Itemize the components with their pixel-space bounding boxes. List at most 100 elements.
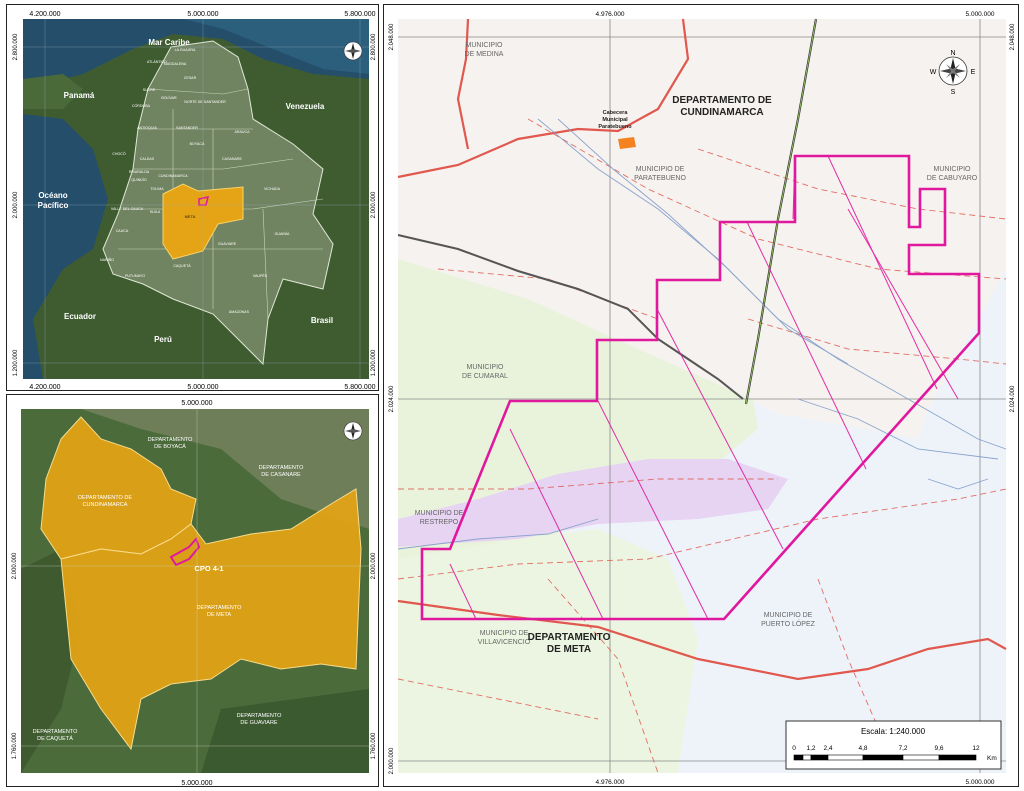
overview-top-tick: 5.000.000 <box>187 11 218 18</box>
label-cpo-block: CPO 4-1 <box>194 564 223 573</box>
compass-w: W <box>930 69 937 76</box>
dept-label: CAQUETÁ <box>173 264 191 268</box>
regional-left-tick: 1.760.000 <box>12 732 18 759</box>
label-meta: DE META <box>207 612 231 618</box>
label-oceano: Océano <box>38 191 67 200</box>
dept-label: NORTE DE SANTANDER <box>184 100 226 104</box>
label-meta: META <box>185 214 196 219</box>
label-brasil: Brasil <box>311 316 333 325</box>
detail-bottom-tick: 5.000.000 <box>966 779 995 786</box>
regional-map-panel: 5.000.000 5.000.000 2.000.000 1.760.000 … <box>6 394 379 787</box>
dept-label: BOLÍVAR <box>161 96 177 100</box>
label-boyaca: DE BOYACÁ <box>154 443 186 450</box>
dept-label: MAGDALENA <box>164 62 187 66</box>
detail-left-tick: 2.000.000 <box>389 747 395 774</box>
compass-rose-icon <box>343 421 363 441</box>
label-dept-cundinamarca: DEPARTAMENTO DE <box>672 95 772 106</box>
overview-map: 4.200.000 5.000.000 5.800.000 4.200.000 … <box>7 5 378 391</box>
dept-label: HUILA <box>150 210 161 214</box>
detail-left-tick: 2.048.000 <box>389 23 395 50</box>
dept-label: SANTANDER <box>176 126 198 130</box>
label-villavicencio: VILLAVICENCIO <box>478 639 531 646</box>
compass-rose-icon <box>343 41 363 61</box>
scale-tick: 0 <box>792 745 796 752</box>
label-cabecera: Municipal <box>602 117 628 123</box>
label-cumaral: DE CUMARAL <box>462 373 508 380</box>
regional-right-tick: 2.000.000 <box>371 552 377 579</box>
label-villavicencio: MUNICIPIO DE <box>480 630 529 637</box>
label-pacifico: Pacífico <box>38 201 69 210</box>
label-casanare: DE CASANARE <box>261 472 301 478</box>
label-puerto-lopez: MUNICIPIO DE <box>764 612 813 619</box>
label-medina: MUNICIPIO <box>466 42 504 49</box>
label-medina: DE MEDINA <box>465 51 504 58</box>
label-dept-cundinamarca: CUNDINAMARCA <box>680 107 763 118</box>
detail-map-panel: 4.976.000 5.000.000 4.976.000 5.000.000 … <box>383 4 1019 787</box>
compass-e: E <box>971 69 976 76</box>
dept-label: SUCRE <box>143 88 156 92</box>
dept-label: CALDAS <box>140 157 155 161</box>
regional-top-tick: 5.000.000 <box>181 400 212 407</box>
scale-tick: 1,2 <box>806 745 815 752</box>
label-casanare: DEPARTAMENTO <box>259 465 305 471</box>
detail-bottom-tick: 4.976.000 <box>596 779 625 786</box>
label-cumaral: MUNICIPIO <box>467 364 505 371</box>
label-cabuyaro: MUNICIPIO <box>934 166 972 173</box>
scale-tick: 4,8 <box>858 745 867 752</box>
label-venezuela: Venezuela <box>286 102 325 111</box>
detail-top-tick: 4.976.000 <box>596 11 625 18</box>
label-boyaca: DEPARTAMENTO <box>148 437 194 443</box>
label-paratebueno: MUNICIPIO DE <box>636 166 685 173</box>
dept-label: QUINDÍO <box>131 178 147 182</box>
label-panama: Panamá <box>64 91 95 100</box>
label-cabuyaro: DE CABUYARO <box>927 175 978 182</box>
overview-left-tick: 2.800.000 <box>13 33 19 60</box>
dept-label: VAUPÉS <box>253 273 268 278</box>
label-mar-caribe: Mar Caribe <box>148 38 190 47</box>
label-restrepo: RESTREPO <box>420 519 459 526</box>
dept-label: CUNDINAMARCA <box>158 174 188 178</box>
overview-bottom-tick: 5.000.000 <box>187 384 218 391</box>
label-restrepo: MUNICIPIO DE <box>415 510 464 517</box>
label-caqueta: DE CAQUETÁ <box>37 735 73 742</box>
dept-label: ANTIOQUIA <box>137 126 157 130</box>
dept-label: RISARALDA <box>129 170 150 174</box>
compass-s: S <box>951 89 956 96</box>
scale-tick: 9,6 <box>934 745 943 752</box>
dept-label: GUAINÍA <box>275 232 290 236</box>
label-ecuador: Ecuador <box>64 312 96 321</box>
dept-label: NARIÑO <box>100 257 114 262</box>
dept-label: CÓRDOBA <box>132 103 151 108</box>
dept-label: CESAR <box>184 76 197 80</box>
dept-label: CHOCÓ <box>112 151 126 156</box>
detail-right-tick: 2.024.000 <box>1010 385 1016 412</box>
regional-map: 5.000.000 5.000.000 2.000.000 1.760.000 … <box>7 395 378 787</box>
scale-unit: Km <box>987 755 997 762</box>
overview-bottom-tick: 4.200.000 <box>29 384 60 391</box>
overview-left-tick: 2.000.000 <box>13 191 19 218</box>
overview-right-tick: 2.000.000 <box>371 191 377 218</box>
label-dept-meta: DEPARTAMENTO <box>528 632 611 643</box>
label-cabecera: Cabecera <box>603 110 629 116</box>
scale-tick: 7,2 <box>898 745 907 752</box>
overview-left-tick: 1.200.000 <box>13 349 19 376</box>
scale-tick: 12 <box>972 745 980 752</box>
label-paratebueno: PARATEBUENO <box>634 175 686 182</box>
dept-label: VICHADA <box>264 187 281 191</box>
label-cundinamarca: CUNDINAMARCA <box>83 502 128 508</box>
dept-label: TOLIMA <box>150 187 164 191</box>
regional-right-tick: 1.760.000 <box>371 732 377 759</box>
dept-label: BOYACÁ <box>190 142 205 146</box>
overview-top-tick: 5.800.000 <box>344 11 375 18</box>
detail-top-tick: 5.000.000 <box>966 11 995 18</box>
regional-bottom-tick: 5.000.000 <box>181 780 212 787</box>
label-cabecera: Paratebueno <box>598 124 632 130</box>
label-peru: Perú <box>154 335 172 344</box>
label-guaviare: DE GUAVIARE <box>240 720 278 726</box>
town-marker <box>618 137 636 149</box>
dept-label: VALLE DEL CAUCA <box>111 207 144 211</box>
dept-label: CAUCA <box>116 229 129 233</box>
label-cundinamarca: DEPARTAMENTO DE <box>78 495 132 501</box>
label-guaviare: DEPARTAMENTO <box>237 713 283 719</box>
scale-title: Escala: 1:240.000 <box>861 727 926 736</box>
